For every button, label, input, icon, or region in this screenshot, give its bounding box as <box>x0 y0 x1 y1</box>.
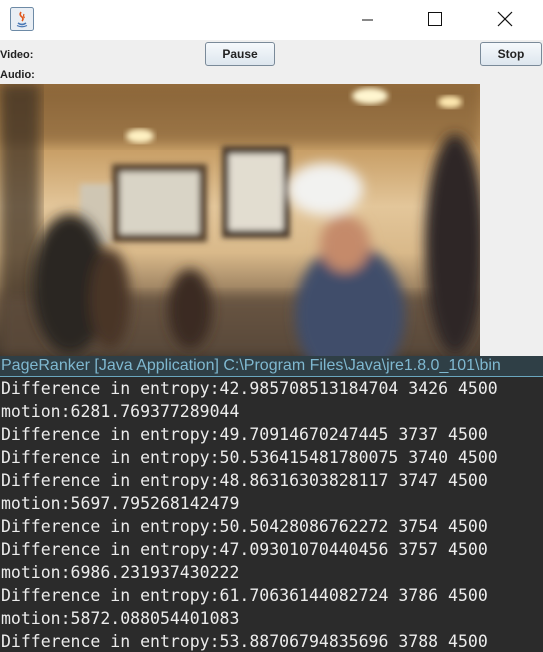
minimize-icon <box>362 19 373 21</box>
console-line: Difference in entropy:48.86316303828117 … <box>1 471 488 490</box>
audio-label: Audio: <box>0 69 35 81</box>
console-title: PageRanker [Java Application] C:\Program… <box>1 357 501 374</box>
video-label: Video: <box>0 49 34 61</box>
video-image <box>0 84 480 356</box>
minimize-button[interactable] <box>344 0 390 40</box>
maximize-button[interactable] <box>411 0 457 40</box>
right-panel <box>480 84 543 356</box>
maximize-icon <box>428 12 442 26</box>
close-icon <box>497 11 513 27</box>
console-line: Difference in entropy:42.985708513184704… <box>1 379 498 398</box>
title-bar <box>0 0 543 40</box>
java-app-icon[interactable] <box>10 7 34 31</box>
console-line: motion:6986.231937430222 <box>1 563 240 582</box>
console-line: motion:5872.088054401083 <box>1 609 240 628</box>
console-line: Difference in entropy:49.70914670247445 … <box>1 425 488 444</box>
console-line: Difference in entropy:50.50428086762272 … <box>1 517 488 536</box>
console-line: Difference in entropy:50.536415481780075… <box>1 448 498 467</box>
console-title-bar: PageRanker [Java Application] C:\Program… <box>0 356 543 377</box>
console-output[interactable]: Difference in entropy:42.985708513184704… <box>0 377 543 652</box>
close-button[interactable] <box>482 0 528 40</box>
stop-button[interactable]: Stop <box>480 42 542 66</box>
console-line: motion:6281.769377289044 <box>1 402 240 421</box>
video-frame <box>0 84 480 356</box>
control-panel: Video: Audio: Pause Stop <box>0 40 543 84</box>
console-line: Difference in entropy:61.70636144082724 … <box>1 586 488 605</box>
pause-button[interactable]: Pause <box>205 42 275 66</box>
console-line: Difference in entropy:47.09301070440456 … <box>1 540 488 559</box>
console-line: motion:5697.795268142479 <box>1 494 240 513</box>
console-line: Difference in entropy:53.88706794835696 … <box>1 632 488 651</box>
